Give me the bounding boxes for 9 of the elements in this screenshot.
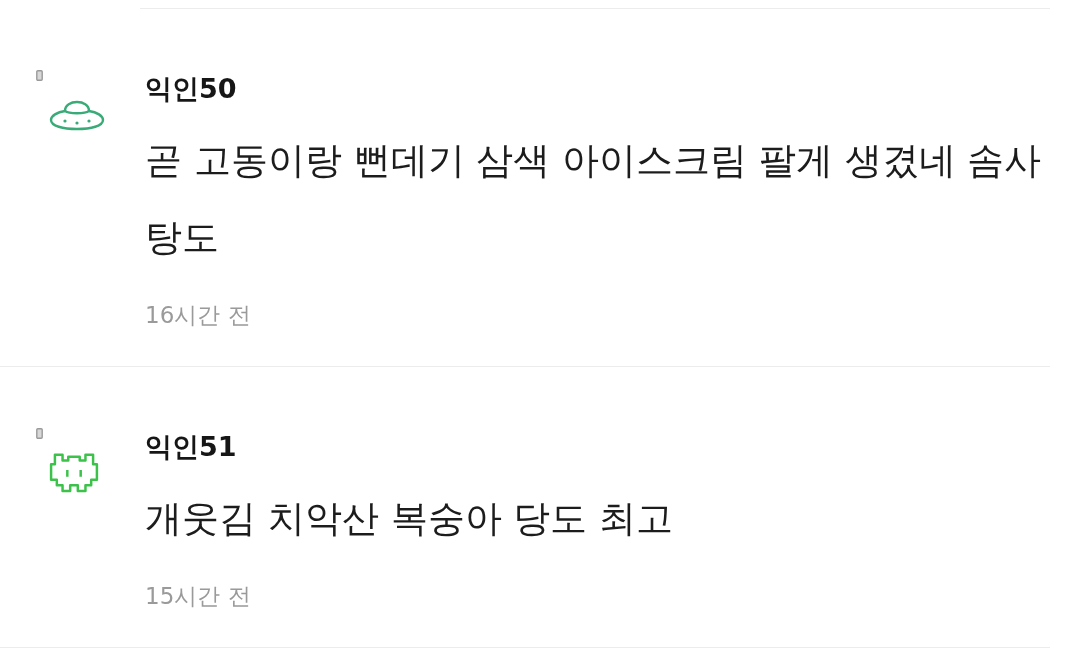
- space-invader-icon: [49, 451, 99, 493]
- author-name: 익인50: [145, 72, 237, 106]
- marker-icon: [36, 428, 43, 439]
- author-name: 익인51: [145, 430, 237, 464]
- timestamp: 16시간 전: [145, 301, 251, 330]
- comment-text: 곧 고동이랑 뻔데기 삼색 아이스크림 팔게 생겼네 솜사탕도: [145, 138, 1043, 261]
- comment-text: 개웃김 치악산 복숭아 당도 최고: [145, 496, 674, 542]
- marker-icon: [36, 70, 43, 81]
- timestamp: 15시간 전: [145, 582, 251, 611]
